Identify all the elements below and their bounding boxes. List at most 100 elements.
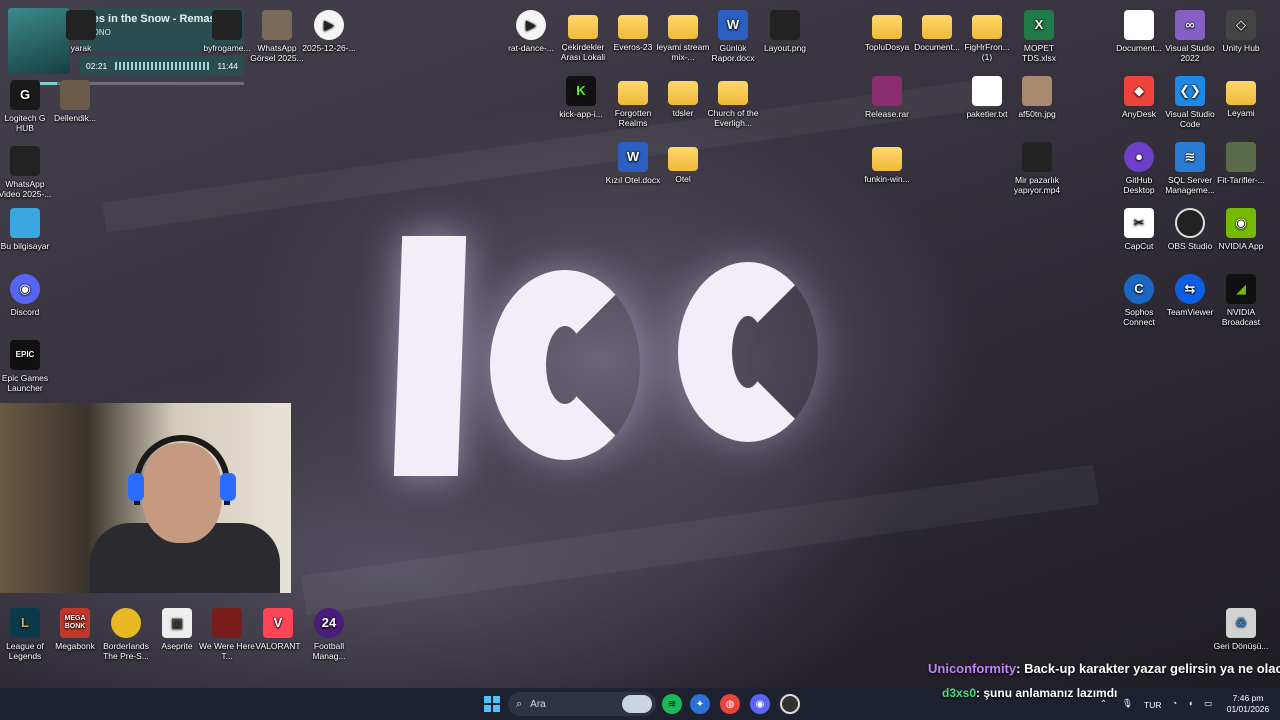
desktop-icon-unity-hub[interactable]: ◇ Unity Hub [1212, 6, 1270, 53]
headset-ear-right [220, 473, 236, 501]
desktop-icon-discord[interactable]: ◉ Discord [0, 270, 54, 317]
folder-icon [568, 15, 598, 39]
desktop-icon-church[interactable]: Church of the Everligh... [704, 72, 762, 128]
clock-date: 01/01/2026 [1226, 704, 1270, 714]
start-tile [484, 705, 491, 712]
desktop-icon-epic[interactable]: EPIC Epic Games Launcher [0, 336, 54, 393]
desktop-icon-documents-2[interactable]: Document... [1110, 6, 1168, 53]
borderlands-icon [111, 608, 141, 638]
wallpaper-logo-letter-e [490, 270, 640, 460]
desktop-icon-we-were-here[interactable]: We Were Here T... [198, 604, 256, 661]
microphone-icon[interactable]: 🎙 [1122, 698, 1133, 709]
desktop-icon-af50tn[interactable]: af50tn.jpg [1008, 72, 1066, 119]
discord-taskbar-icon[interactable]: ◉ [750, 694, 770, 714]
webcam-overlay [0, 403, 291, 593]
image-file-icon [1022, 76, 1052, 106]
desktop-icon-yarak[interactable]: yarak [52, 6, 110, 53]
weather-icon [622, 695, 652, 713]
aseprite-icon: ▣ [162, 608, 192, 638]
network-app-icon[interactable]: ✦ [690, 694, 710, 714]
desktop-icon-nvidia-broadcast[interactable]: ◢ NVIDIA Broadcast [1212, 270, 1270, 327]
desktop-icon-release-rar[interactable]: Release.rar [858, 72, 916, 119]
desktop-icon-dellendik[interactable]: Dellendik... [46, 76, 104, 123]
taskbar-search-box[interactable]: ⌕ Ara [508, 692, 656, 716]
video-file-icon [1022, 142, 1052, 172]
desktop-icon-leyami[interactable]: Leyami [1212, 72, 1270, 118]
desktop-icon-rat-dance[interactable]: ▶ rat-dance-... [502, 6, 560, 53]
start-tile [493, 696, 500, 703]
desktop-icon-bu-bilgisayar[interactable]: Bu bilgisayar [0, 204, 54, 251]
search-placeholder: Ara [530, 698, 546, 710]
desktop-icon-kick-app[interactable]: Kkick-app-i... [552, 72, 610, 119]
epic-games-icon: EPIC [10, 340, 40, 370]
desktop-icon-anydesk[interactable]: ◆ AnyDesk [1110, 72, 1168, 119]
volume-icon[interactable]: ◖ [1188, 698, 1193, 708]
chat-text: : şunu anlamanız lazımdı [976, 686, 1118, 700]
image-file-icon [1226, 142, 1256, 172]
desktop-icon-sophos[interactable]: C Sophos Connect [1110, 270, 1168, 327]
desktop-icon-sql-server[interactable]: ≋ SQL Server Manageme... [1161, 138, 1219, 195]
wifi-icon[interactable]: ◔ [1172, 698, 1177, 708]
valorant-icon: V [263, 608, 293, 638]
battery-icon[interactable]: ▭ [1204, 698, 1212, 709]
desktop-icon-recycle-bin[interactable]: ♻ Geri Dönüşü... [1212, 604, 1270, 651]
image-file-icon [212, 10, 242, 40]
media-progress-row: 02:21 11:44 [80, 56, 244, 76]
github-icon: ● [1124, 142, 1154, 172]
text-file-icon [972, 76, 1002, 106]
desktop-icon-github[interactable]: ● GitHub Desktop [1110, 138, 1168, 195]
desktop-icon-whatsapp-video[interactable]: WhatsApp Video 2025-... [0, 142, 54, 199]
desktop-icon-mopet[interactable]: X MOPET TDS.xlsx [1010, 6, 1068, 63]
play-icon: ▶ [314, 10, 344, 40]
folder-icon [718, 81, 748, 105]
obs-taskbar-icon[interactable] [780, 694, 800, 714]
wallpaper-logo-letter-l [393, 236, 467, 476]
headset-ear-left [128, 473, 144, 501]
capcut-icon: ✂ [1124, 208, 1154, 238]
video-file-icon [66, 10, 96, 40]
desktop-icon-obs[interactable]: OBS Studio [1161, 204, 1219, 251]
desktop-icon-video-2025[interactable]: ▶ 2025-12-26-... [300, 6, 358, 53]
desktop-icon-fit-tarifler[interactable]: Fit-Tarifler-... [1212, 138, 1270, 185]
desktop-icon-funkin[interactable]: funkin-win... [858, 138, 916, 184]
desktop-icon-vs2022[interactable]: ∞ Visual Studio 2022 [1161, 6, 1219, 63]
sql-server-icon: ≋ [1175, 142, 1205, 172]
folder-icon [1226, 81, 1256, 105]
chat-message: Uniconformity: Back-up karakter yazar ge… [928, 661, 1280, 676]
desktop-icon-capcut[interactable]: ✂ CapCut [1110, 204, 1168, 251]
chat-username: Uniconformity [928, 661, 1017, 676]
desktop-icon-layout-png[interactable]: Layout.png [756, 6, 814, 53]
desktop-icon-vscode[interactable]: ❮❯ Visual Studio Code [1161, 72, 1219, 129]
desktop-icon-whatsapp-gorsel[interactable]: WhatsApp Görsel 2025... [248, 6, 306, 63]
word-doc-icon: W [718, 10, 748, 40]
language-indicator[interactable]: TUR [1144, 700, 1161, 710]
chat-text: : Back-up karakter yazar gelirsin ya ne … [1016, 661, 1280, 676]
media-duration: 11:44 [217, 61, 238, 71]
football-manager-icon: 24 [314, 608, 344, 638]
nvidia-broadcast-icon: ◢ [1226, 274, 1256, 304]
desktop-icon-otel[interactable]: Otel [654, 138, 712, 184]
clock-time: 7:46 pm [1232, 693, 1264, 703]
wallpaper-streak [301, 464, 1099, 616]
windows-start-button[interactable] [484, 696, 500, 712]
desktop-icon-teamviewer[interactable]: ⇆ TeamViewer [1161, 270, 1219, 317]
chat-message: d3xs0: şunu anlamanız lazımdı [942, 686, 1117, 700]
excel-icon: X [1024, 10, 1054, 40]
desktop-icon-mir-pazarlik[interactable]: Mir pazarlık yapıyor.mp4 [1008, 138, 1066, 195]
desktop-icon-nvidia-app[interactable]: ◉ NVIDIA App [1212, 204, 1270, 251]
desktop-icon-megabonk[interactable]: MEGA BONK Megabonk [46, 604, 104, 651]
spotify-icon[interactable]: ≋ [662, 694, 682, 714]
video-file-icon [10, 146, 40, 176]
desktop-icon-football-manager[interactable]: 24 Football Manag... [300, 604, 358, 661]
taskbar-clock[interactable]: 7:46 pm 01/01/2026 [1222, 693, 1274, 715]
word-doc-icon: W [618, 142, 648, 172]
walkie-talkie-icon [212, 608, 242, 638]
megabonk-icon: MEGA BONK [60, 608, 90, 638]
desktop-icon-gunluk-rapor[interactable]: W Günlük Rapor.docx [704, 6, 762, 63]
recycle-bin-icon: ♻ [1226, 608, 1256, 638]
desktop-icon-fighfron[interactable]: FigHrFron... (1) [958, 6, 1016, 62]
league-of-legends-icon: L [10, 608, 40, 638]
desktop-icon-borderlands[interactable]: Borderlands The Pre-S... [97, 604, 155, 661]
chrome-icon[interactable]: ◍ [720, 694, 740, 714]
desktop-icon-valorant[interactable]: V VALORANT [249, 604, 307, 651]
